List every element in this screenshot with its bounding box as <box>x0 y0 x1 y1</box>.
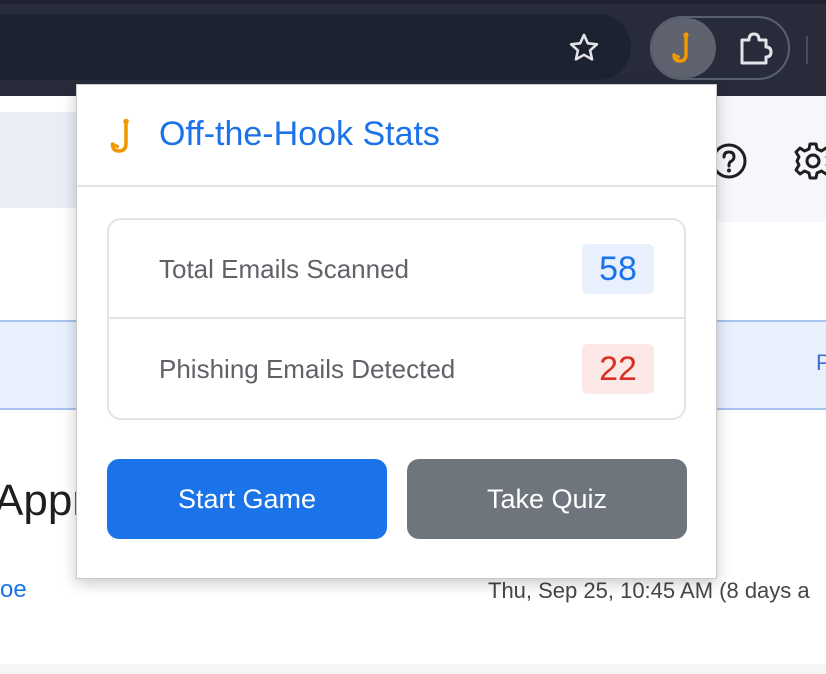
email-sender[interactable]: oe <box>0 576 27 604</box>
address-bar[interactable] <box>0 14 631 80</box>
start-game-button[interactable]: Start Game <box>107 459 387 539</box>
search-bar-fragment[interactable] <box>0 112 80 208</box>
stat-row-phishing-detected: Phishing Emails Detected 22 <box>109 320 684 418</box>
stat-label: Phishing Emails Detected <box>159 354 456 384</box>
settings-icon <box>794 142 826 180</box>
bookmark-star-button[interactable] <box>562 26 606 70</box>
stat-label: Total Emails Scanned <box>159 254 410 284</box>
star-icon <box>569 33 599 61</box>
banner-action-fragment[interactable]: P <box>816 350 826 376</box>
settings-button[interactable] <box>790 138 826 184</box>
hook-extension-icon <box>672 32 689 63</box>
puzzle-icon <box>740 32 773 65</box>
popup-title: Off-the-Hook Stats <box>159 115 440 153</box>
email-subject: Appr <box>0 476 87 525</box>
extension-popup: Off-the-Hook Stats Total Emails Scanned … <box>76 84 717 579</box>
take-quiz-button[interactable]: Take Quiz <box>407 459 687 539</box>
stat-row-total-scanned: Total Emails Scanned 58 <box>109 220 684 319</box>
email-date: Thu, Sep 25, 10:45 AM (8 days a <box>488 578 810 603</box>
stat-count-badge: 22 <box>582 344 654 394</box>
stats-card: Total Emails Scanned 58 Phishing Emails … <box>107 218 686 420</box>
extensions-menu-button[interactable] <box>728 24 782 74</box>
stat-count-badge: 58 <box>582 244 654 294</box>
browser-toolbar <box>0 0 826 96</box>
popup-header: Off-the-Hook Stats <box>77 85 716 187</box>
hook-extension-button[interactable] <box>652 18 716 78</box>
screen: P Appr oe Thu, Sep 25, 10:45 AM (8 days … <box>0 0 826 674</box>
tab-strip-edge <box>0 0 826 4</box>
hook-logo-icon <box>110 118 129 153</box>
page-divider <box>0 664 826 674</box>
toolbar-separator <box>806 36 808 64</box>
